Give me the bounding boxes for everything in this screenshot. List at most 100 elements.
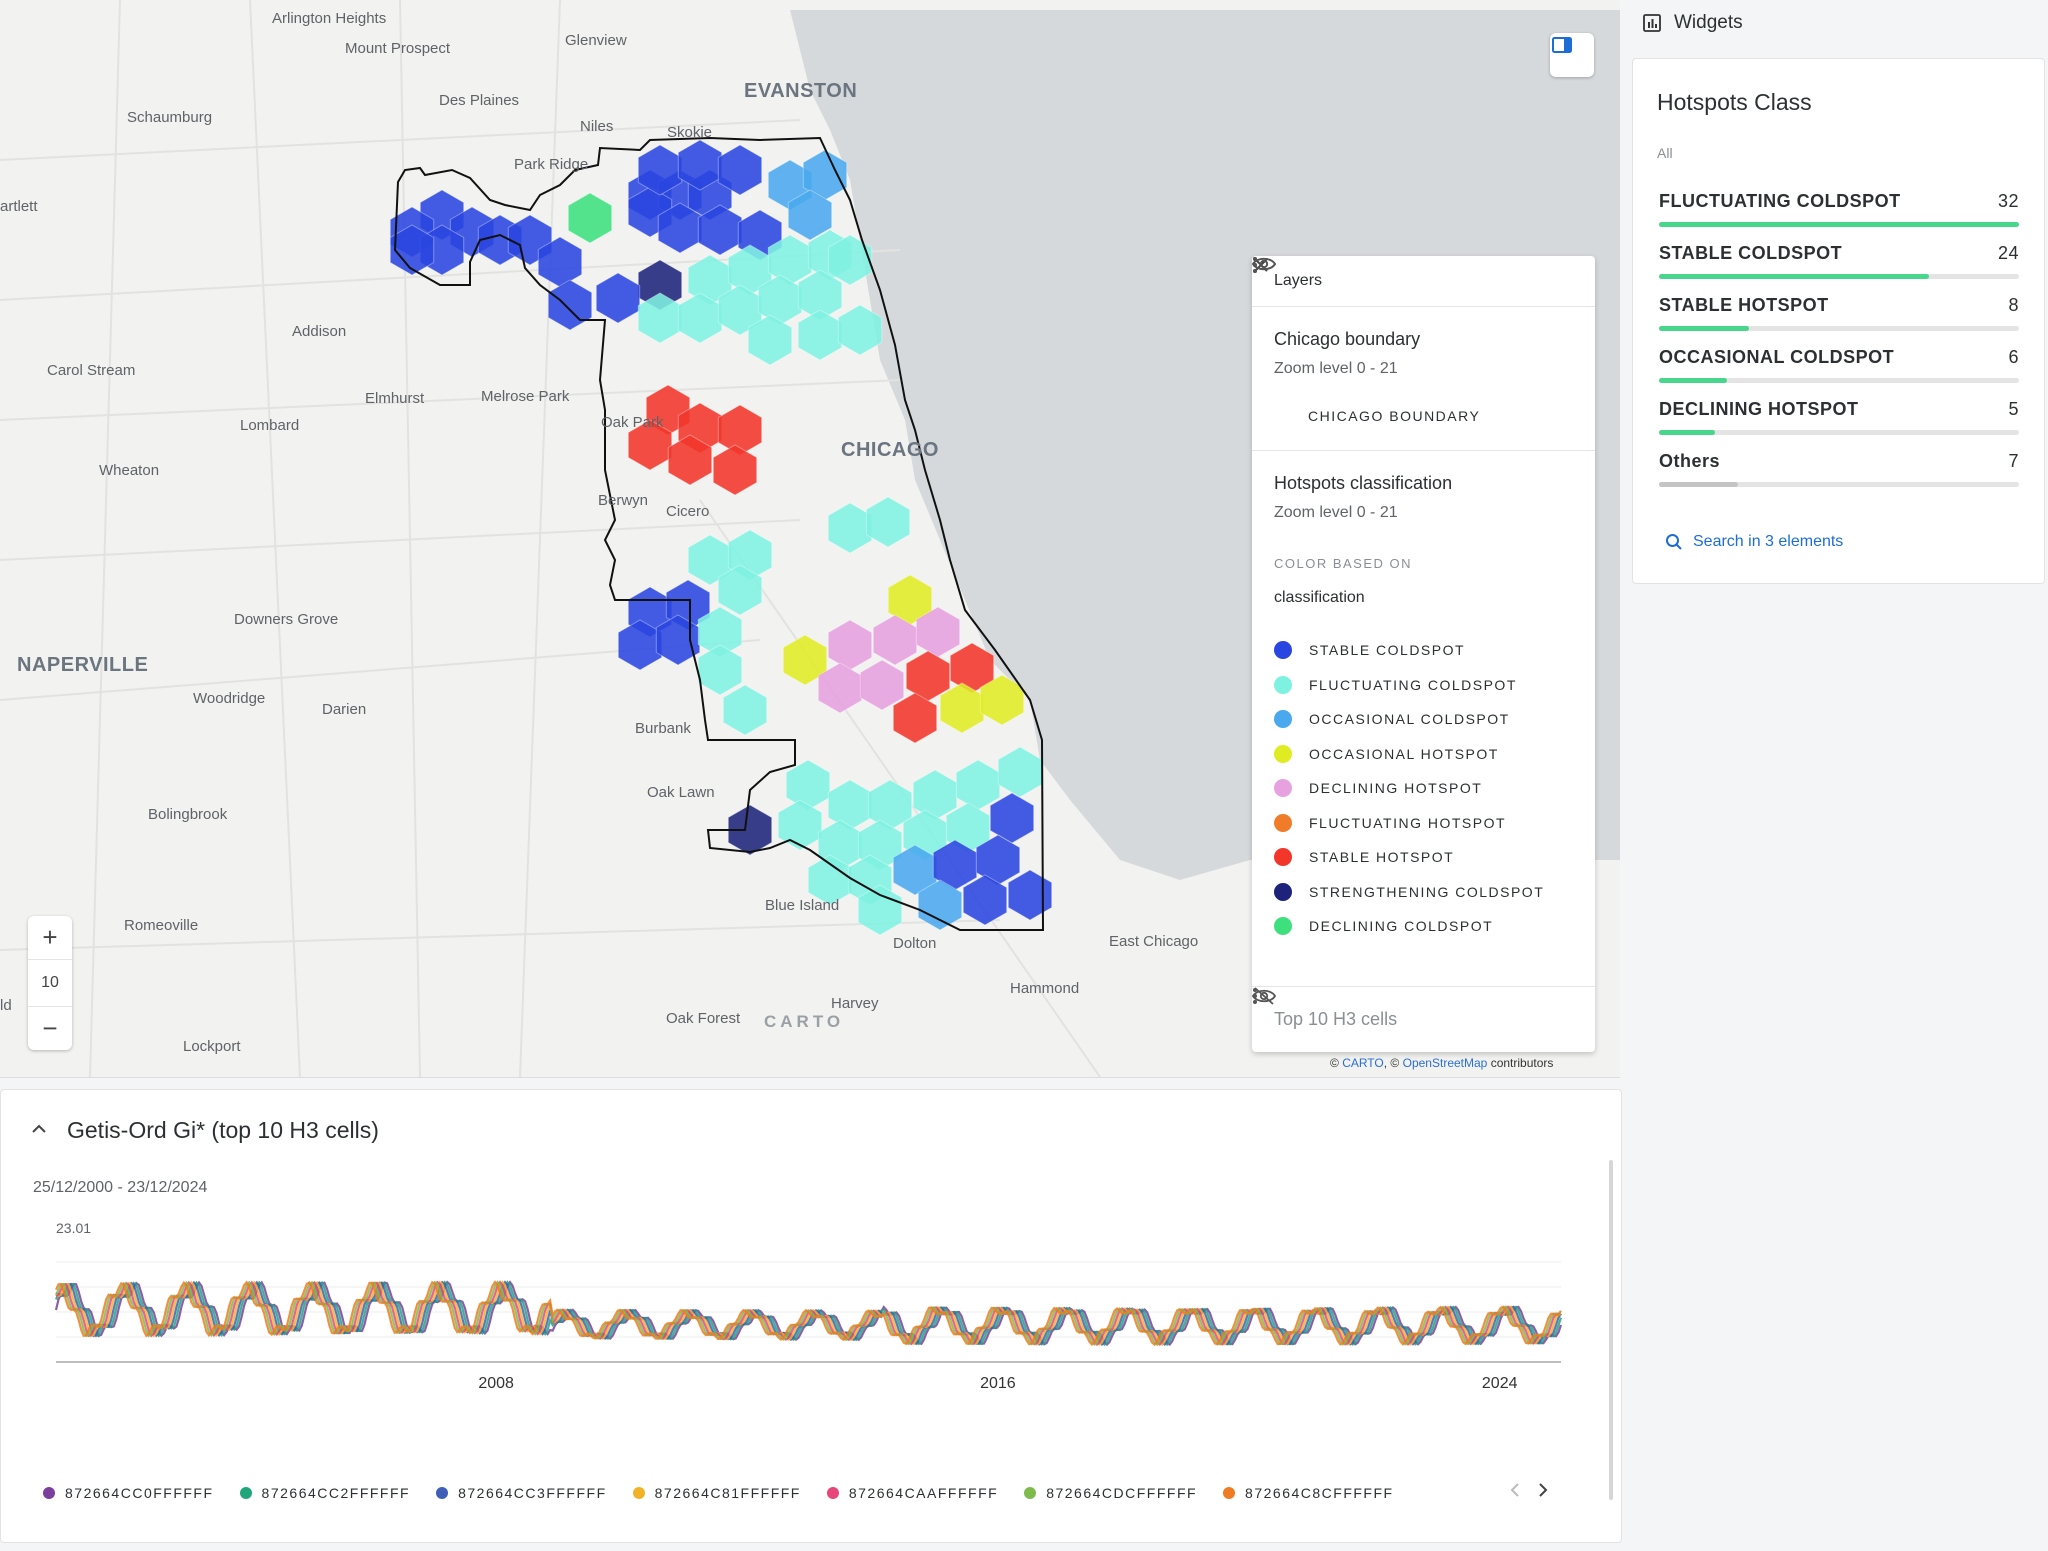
h3-hex-cell[interactable]: [955, 759, 1001, 811]
hotspot-legend: STABLE COLDSPOT FLUCTUATING COLDSPOT OCCAS…: [1274, 633, 1573, 970]
legend-label: DECLINING HOTSPOT: [1309, 780, 1483, 797]
h3-hex-cell[interactable]: [547, 279, 593, 331]
legend-series-name: 872664C81FFFFFF: [654, 1485, 801, 1501]
legend-color-dot: [239, 1487, 252, 1499]
category-bar-track: [1659, 430, 2019, 435]
legend-color-swatch: [1274, 917, 1292, 936]
osm-link[interactable]: OpenStreetMap: [1403, 1056, 1488, 1070]
category-row[interactable]: DECLINING HOTSPOT 5: [1659, 399, 2019, 435]
more-vert-icon[interactable]: [1252, 256, 1258, 274]
place-label: Addison: [292, 323, 347, 340]
category-name: DECLINING HOTSPOT: [1659, 399, 1859, 419]
legend-color-swatch: [1274, 744, 1292, 763]
category-row[interactable]: STABLE HOTSPOT 8: [1659, 295, 2019, 331]
chart-title: Getis-Ord Gi* (top 10 H3 cells): [67, 1117, 379, 1143]
place-label: Arlington Heights: [272, 10, 387, 27]
h3-hex-cell[interactable]: [865, 496, 911, 548]
chart-legend-item[interactable]: 872664CC2FFFFFF: [239, 1485, 411, 1501]
map-canvas[interactable]: Arlington Heights Mount Prospect Glenview E…: [0, 0, 1620, 1078]
search-link-label: Search in 3 elements: [1693, 533, 1844, 550]
widget-filter-label: All: [1657, 145, 1673, 161]
more-vert-icon[interactable]: [1252, 987, 1258, 1005]
legend-color-swatch: [1274, 641, 1292, 660]
category-bar-track: [1659, 326, 2019, 331]
legend-color-swatch: [1274, 813, 1292, 832]
place-label: artlett: [0, 198, 38, 215]
h3-hex-cell[interactable]: [722, 684, 768, 736]
category-value: 5: [2008, 399, 2019, 419]
color-based-on-label: COLOR BASED ON: [1274, 556, 1413, 571]
time-series-chart: 2008 2016 2024: [54, 1261, 1563, 1392]
zoom-out-button[interactable]: −: [28, 1007, 72, 1050]
place-label: Oak Lawn: [647, 784, 715, 801]
chart-legend-item[interactable]: 872664CAAFFFFFF: [826, 1485, 999, 1501]
legend-series-name: 872664CAAFFFFFF: [848, 1485, 999, 1501]
h3-hex-cell[interactable]: [827, 502, 873, 554]
chart-legend: 872664CC0FFFFFF 872664CC2FFFFFF 872664CC3F…: [43, 1485, 1420, 1501]
attribution-sep: , ©: [1383, 1056, 1400, 1070]
h3-hex-cell[interactable]: [595, 272, 641, 324]
layer-title: Hotspots classification: [1274, 473, 1453, 493]
minus-icon: −: [42, 1012, 58, 1043]
chart-legend-item[interactable]: 872664C81FFFFFF: [632, 1485, 801, 1501]
layer-top10-h3: Top 10 H3 cells: [1252, 986, 1595, 1052]
h3-hex-cell[interactable]: [712, 444, 758, 496]
h3-hex-cell[interactable]: [892, 692, 938, 744]
chart-legend-item[interactable]: 872664C8CFFFFFF: [1223, 1485, 1394, 1501]
category-bar-fill: [1659, 482, 1738, 487]
h3-hex-cell[interactable]: [567, 192, 613, 244]
legend-color-swatch: [1274, 710, 1292, 729]
place-label: CHICAGO: [841, 439, 939, 461]
search-elements-link[interactable]: Search in 3 elements: [1665, 533, 1843, 551]
time-series-panel: Getis-Ord Gi* (top 10 H3 cells) 25/12/20…: [0, 1089, 1622, 1543]
toggle-panel-button[interactable]: [1550, 33, 1594, 77]
place-label: Mount Prospect: [345, 40, 451, 57]
zoom-in-button[interactable]: +: [28, 916, 72, 959]
category-name: OCCASIONAL COLDSPOT: [1659, 347, 1895, 367]
chart-legend-item[interactable]: 872664CC0FFFFFF: [43, 1485, 214, 1501]
h3-hex-cell[interactable]: [827, 619, 873, 671]
legend-item: STRENGTHENING COLDSPOT: [1274, 875, 1573, 910]
legend-series-name: 872664CC0FFFFFF: [65, 1485, 214, 1501]
legend-label: STABLE HOTSPOT: [1309, 849, 1455, 866]
category-value: 24: [1997, 243, 2019, 263]
place-label: Niles: [580, 118, 614, 135]
legend-label: OCCASIONAL HOTSPOT: [1309, 745, 1499, 762]
category-bar-fill: [1659, 222, 2019, 227]
chevron-up-icon[interactable]: [31, 1123, 47, 1135]
chart-legend-item[interactable]: 872664CC3FFFFFF: [436, 1485, 607, 1501]
category-row[interactable]: Others 7: [1659, 451, 2019, 487]
place-label: Wheaton: [99, 462, 160, 479]
category-row[interactable]: STABLE COLDSPOT 24: [1659, 243, 2019, 279]
place-label: NAPERVILLE: [17, 654, 149, 676]
chart-legend-item[interactable]: 872664CDCFFFFFF: [1024, 1485, 1197, 1501]
widgets-header: Widgets: [1642, 10, 1743, 36]
category-bar-fill: [1659, 326, 1749, 331]
chevron-left-icon[interactable]: [1509, 1482, 1521, 1498]
h3-hex-cell[interactable]: [697, 644, 743, 696]
category-name: FLUCTUATING COLDSPOT: [1659, 191, 1901, 211]
layer-zoom-range: Zoom level 0 - 21: [1274, 360, 1398, 377]
h3-hex-cell[interactable]: [1007, 869, 1053, 921]
category-row[interactable]: FLUCTUATING COLDSPOT 32: [1659, 191, 2019, 227]
chart-scrollbar[interactable]: [1609, 1160, 1613, 1500]
legend-label: FLUCTUATING HOTSPOT: [1309, 814, 1507, 831]
carto-link[interactable]: CARTO: [1342, 1056, 1384, 1070]
category-name: Others: [1659, 451, 1721, 471]
legend-series-name: 872664CC3FFFFFF: [458, 1485, 607, 1501]
h3-hex-cell[interactable]: [797, 309, 843, 361]
category-value: 6: [2008, 347, 2019, 367]
legend-series-name: 872664CDCFFFFFF: [1046, 1485, 1198, 1501]
h3-hex-cell[interactable]: [859, 659, 905, 711]
category-row[interactable]: OCCASIONAL COLDSPOT 6: [1659, 347, 2019, 383]
h3-hex-cell[interactable]: [997, 746, 1043, 798]
attribution-suffix: contributors: [1490, 1056, 1554, 1070]
legend-series-name: 872664CC2FFFFFF: [261, 1485, 411, 1501]
h3-hex-cell[interactable]: [785, 759, 831, 811]
place-label: Melrose Park: [481, 388, 570, 405]
legend-label: FLUCTUATING COLDSPOT: [1309, 676, 1517, 693]
sidebar-panel-icon: [1552, 37, 1572, 53]
legend-item: OCCASIONAL HOTSPOT: [1274, 737, 1573, 772]
chevron-right-icon[interactable]: [1537, 1482, 1549, 1498]
legend-color-dot: [43, 1487, 55, 1499]
